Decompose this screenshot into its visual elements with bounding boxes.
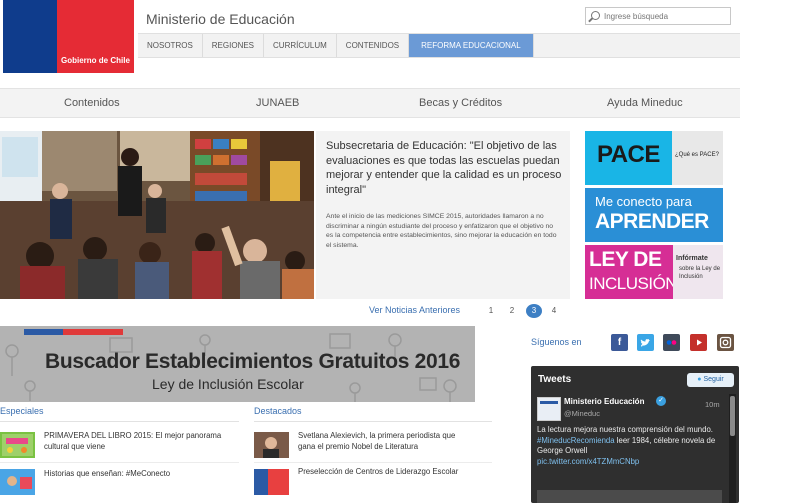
ley-info-bold: Infórmate [676,255,708,262]
secnav-contenidos[interactable]: Contenidos [64,97,120,109]
facebook-icon[interactable]: f [611,334,628,351]
ley-info-small: sobre la Ley de Inclusión [679,266,721,280]
tweet-time[interactable]: 10m [705,400,720,409]
page-2-button[interactable]: 2 [504,304,520,318]
destacados-row-divider [254,462,492,463]
tweet-author-handle[interactable]: @Mineduc [564,409,600,418]
ley-inclusion-promo[interactable]: LEY DE INCLUSIÓN Infórmate sobre la Ley d… [585,245,723,299]
especiales-item-1[interactable]: PRIMAVERA DEL LIBRO 2015: El mejor panor… [44,431,224,452]
aprender-line1: Me conecto para [595,194,692,209]
nav-item-reforma-educacional[interactable]: REFORMA EDUCACIONAL [409,34,534,57]
ministry-title[interactable]: Ministerio de Educación [146,11,295,27]
secnav-ayuda-mineduc[interactable]: Ayuda Mineduc [607,97,683,109]
flickr-icon[interactable] [663,334,680,351]
twitter-bird-icon: ● [697,376,702,383]
logo-blue-block [3,0,57,73]
secnav-junaeb[interactable]: JUNAEB [256,97,299,109]
hero-photo[interactable] [0,131,314,299]
instagram-icon[interactable] [717,334,734,351]
pace-info-panel: ¿Qué es PACE? [672,131,723,185]
especiales-divider [0,421,239,422]
main-nav: NOSOTROS REGIONES CURRÍCULUM CONTENIDOS … [138,33,740,58]
nav-item-curriculum[interactable]: CURRÍCULUM [264,34,337,57]
tweets-header: Tweets [538,374,572,385]
destacados-heading[interactable]: Destacados [254,406,302,416]
previous-news-link[interactable]: Ver Noticias Anteriores [369,305,460,315]
follow-label: Seguir [703,376,724,383]
pace-title: PACE [597,141,660,168]
especiales-thumb-primavera[interactable] [0,432,35,458]
twitter-icon[interactable] [637,334,654,351]
page-1-button[interactable]: 1 [483,304,499,318]
avatar-flag [540,401,558,404]
banner-title: Buscador Establecimientos Gratuitos 2016 [45,350,461,373]
hero-summary: Ante el inicio de las mediciones SIMCE 2… [326,213,557,249]
verified-icon: ✓ [656,396,666,406]
buscador-establecimientos-banner[interactable]: Buscador Establecimientos Gratuitos 2016… [0,326,475,402]
destacados-thumb-liderazgo[interactable] [254,469,289,495]
tweets-scrollbar[interactable] [729,394,736,503]
banner-flag-red [63,329,123,335]
especiales-thumb-historias[interactable] [0,469,35,495]
me-conecto-aprender-promo[interactable]: Me conecto para APRENDER [585,188,723,242]
especiales-heading[interactable]: Especiales [0,406,44,416]
nav-item-nosotros[interactable]: NOSOTROS [138,34,203,57]
tweet-hashtag[interactable]: #MineducRecomienda [537,436,615,445]
hero-headline[interactable]: Subsecretaria de Educación: "El objetivo… [326,139,562,197]
pace-promo[interactable]: PACE ¿Qué es PACE? [585,131,723,185]
page-4-button[interactable]: 4 [546,304,562,318]
search-box[interactable] [585,7,731,25]
ley-line1: LEY DE [589,248,662,271]
tweets-scrollbar-thumb[interactable] [730,396,735,436]
hero-text-panel: Subsecretaria de Educación: "El objetivo… [316,131,570,299]
tweet-author-name[interactable]: Ministerio Educación [564,397,644,406]
siguenos-label: Síguenos en [531,337,582,347]
pace-question: ¿Qué es PACE? [675,152,719,158]
ley-line2: INCLUSIÓN [589,274,678,293]
destacados-divider [254,421,492,422]
banner-subtitle: Ley de Inclusión Escolar [152,376,304,392]
secnav-becas-creditos[interactable]: Becas y Créditos [419,97,502,109]
especiales-row-divider [0,462,239,463]
page-3-button[interactable]: 3 [526,304,542,318]
secondary-nav: Contenidos JUNAEB Becas y Créditos Ayuda… [0,88,740,118]
page-right-margin [740,0,800,503]
search-icon[interactable] [591,11,600,20]
tweet-link[interactable]: pic.twitter.com/x4TZMmCNbp [537,457,639,466]
tweet-text: La lectura mejora nuestra comprensión de… [537,425,722,468]
destacados-item-1[interactable]: Svetlana Alexievich, la primera periodis… [298,431,473,452]
nav-item-regiones[interactable]: REGIONES [203,34,265,57]
destacados-thumb-svetlana[interactable] [254,432,289,458]
ley-info-text: Infórmate sobre la Ley de Inclusión [676,255,722,280]
follow-button[interactable]: ● Seguir [687,373,734,387]
youtube-icon[interactable] [690,334,707,351]
ley-info-panel: Infórmate sobre la Ley de Inclusión [673,245,723,299]
especiales-item-2[interactable]: Historias que enseñan: #MeConecto [44,469,224,480]
nav-item-contenidos[interactable]: CONTENIDOS [337,34,410,57]
search-input[interactable] [604,9,724,23]
destacados-item-2[interactable]: Preselección de Centros de Liderazgo Esc… [298,467,488,478]
logo-text: Gobierno de Chile [61,56,130,65]
aprender-line2: APRENDER [595,210,709,233]
classroom-illustration [0,131,314,299]
banner-flag-blue [24,329,63,335]
avatar[interactable] [537,397,561,421]
gobierno-de-chile-logo[interactable]: Gobierno de Chile [3,0,134,73]
tweet-image-preview[interactable] [537,490,722,503]
twitter-widget: Tweets ● Seguir Ministerio Educación ✓ @M… [531,366,739,503]
tweet-text-line1: La lectura mejora nuestra comprensión de… [537,425,713,434]
